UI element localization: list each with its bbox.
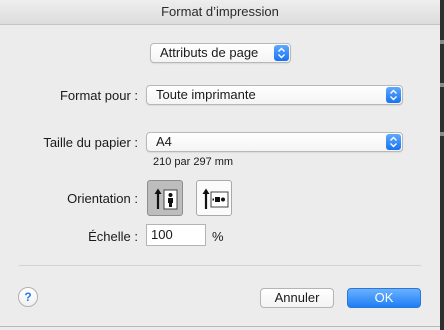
popup-stepper-icon [274, 45, 289, 61]
paper-size-value: A4 [156, 134, 172, 149]
scale-label: Échelle : [88, 229, 138, 244]
orientation-portrait-button[interactable] [147, 180, 183, 216]
scale-unit: % [212, 229, 224, 244]
paper-size-label: Taille du papier : [43, 135, 138, 150]
paper-dimensions: 210 par 297 mm [153, 156, 234, 168]
scale-input[interactable]: 100 [146, 224, 206, 246]
page-setup-dialog: Format d’impression Attributs de page Fo… [0, 0, 441, 327]
landscape-orientation-icon [202, 188, 229, 209]
format-for-popup[interactable]: Toute imprimante [146, 85, 403, 105]
background-window-edge [440, 0, 444, 330]
popup-stepper-icon [386, 87, 401, 103]
portrait-orientation-icon [154, 188, 178, 210]
divider [19, 265, 421, 266]
orientation-landscape-button[interactable] [196, 180, 232, 216]
settings-popup-value: Attributs de page [160, 45, 259, 60]
settings-popup[interactable]: Attributs de page [150, 43, 291, 63]
ok-button[interactable]: OK [347, 288, 421, 308]
orientation-label: Orientation : [67, 191, 138, 206]
format-for-label: Format pour : [59, 88, 138, 103]
paper-size-popup[interactable]: A4 [146, 132, 403, 152]
format-for-value: Toute imprimante [156, 87, 256, 102]
cancel-button[interactable]: Annuler [260, 288, 334, 308]
help-button[interactable]: ? [18, 287, 38, 307]
window-title: Format d’impression [0, 0, 440, 25]
popup-stepper-icon [386, 134, 401, 150]
